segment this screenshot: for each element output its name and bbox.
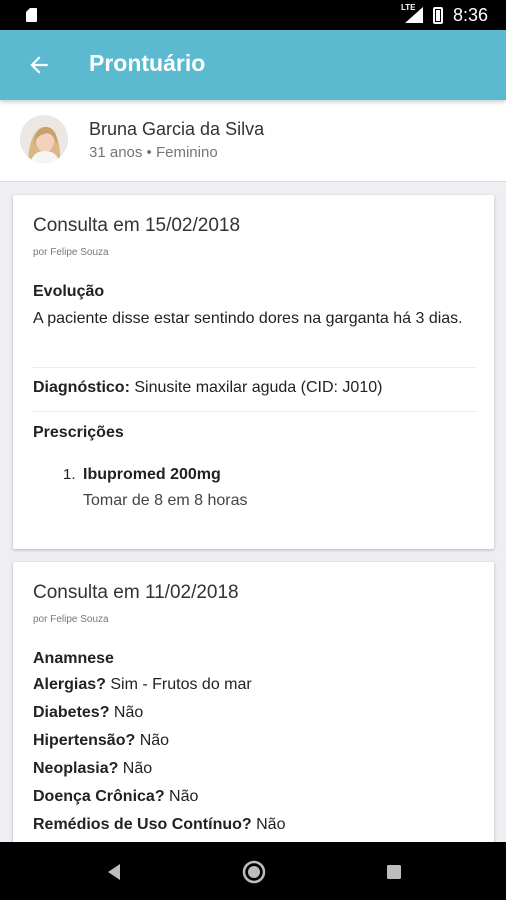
anamnese-item: Remédios de Uso Contínuo? Não [33, 816, 285, 834]
anamnese-answer: Sim - Frutos do mar [105, 676, 252, 693]
consultation-author: por Felipe Souza [33, 247, 109, 258]
nav-back-button[interactable] [100, 858, 128, 886]
consultation-title: Consulta em 11/02/2018 [33, 582, 239, 603]
anamnese-answer: Não [135, 732, 170, 749]
anamnese-answer: Não [164, 788, 199, 805]
consultation-card[interactable]: Consulta em 15/02/2018 por Felipe Souza … [13, 195, 494, 549]
sim-card-icon [26, 8, 37, 22]
anamnese-question: Hipertensão? [33, 732, 136, 749]
prescription-number: 1. [63, 466, 76, 483]
anamnese-answer: Não [118, 760, 153, 777]
nav-recents-icon [387, 865, 401, 879]
signal-icon: LTE [401, 3, 423, 23]
prescription-instructions: Tomar de 8 em 8 horas [83, 492, 248, 509]
status-time: 8:36 [452, 4, 488, 25]
anamnese-item: Hipertensão? Não [33, 732, 169, 750]
anamnese-question: Remédios de Uso Contínuo? [33, 816, 252, 833]
network-type: LTE [400, 3, 416, 12]
nav-back-icon [108, 864, 120, 880]
navigation-bar [0, 842, 506, 900]
anamnese-item: Diabetes? Não [33, 704, 143, 722]
anamnese-item: Alergias? Sim - Frutos do mar [33, 676, 252, 694]
patient-header[interactable]: Bruna Garcia da Silva 31 anos • Feminino [0, 100, 506, 182]
back-button[interactable] [26, 52, 52, 78]
diagnosis-line: Diagnóstico: Sinusite maxilar aguda (CID… [33, 379, 382, 397]
anamnese-item: Neoplasia? Não [33, 760, 152, 778]
consultation-author: por Felipe Souza [33, 614, 109, 625]
status-bar: LTE 8:36 [0, 0, 506, 30]
page-title: Prontuário [89, 50, 206, 76]
nav-home-button[interactable] [240, 858, 268, 886]
divider [33, 367, 476, 368]
app-bar: Prontuário [0, 30, 506, 100]
anamnese-question: Neoplasia? [33, 760, 119, 777]
arrow-left-icon [30, 56, 48, 74]
patient-age-gender: 31 anos • Feminino [89, 144, 218, 161]
divider [33, 411, 476, 412]
anamnese-answer: Não [109, 704, 144, 721]
prescription-drug: Ibupromed 200mg [83, 466, 221, 483]
nav-home-icon [242, 860, 266, 884]
diagnosis-value: Sinusite maxilar aguda (CID: J010) [129, 379, 383, 396]
diagnosis-label: Diagnóstico: [33, 379, 130, 396]
consultation-title: Consulta em 15/02/2018 [33, 215, 241, 236]
anamnese-question: Doença Crônica? [33, 788, 165, 805]
nav-recents-button[interactable] [380, 858, 408, 886]
consultation-card[interactable]: Consulta em 11/02/2018 por Felipe Souza … [13, 562, 494, 862]
anamnese-question: Alergias? [33, 676, 106, 693]
anamnese-answer: Não [251, 816, 286, 833]
anamnese-question: Diabetes? [33, 704, 110, 721]
evolution-heading: Evolução [33, 283, 105, 300]
anamnese-heading: Anamnese [33, 650, 114, 667]
battery-icon [432, 6, 443, 24]
evolution-text: A paciente disse estar sentindo dores na… [33, 310, 463, 327]
anamnese-item: Doença Crônica? Não [33, 788, 198, 806]
avatar [20, 115, 68, 163]
patient-name: Bruna Garcia da Silva [89, 119, 265, 139]
prescriptions-heading: Prescrições [33, 424, 124, 441]
